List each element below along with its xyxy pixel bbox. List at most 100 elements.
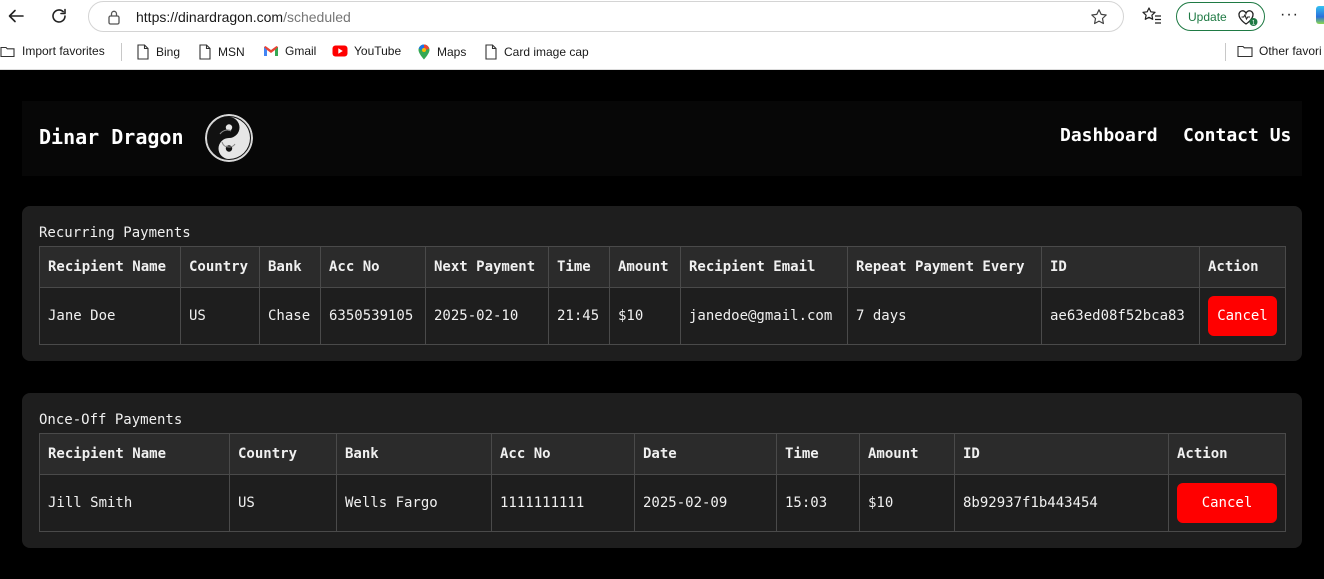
column-header: Bank — [259, 246, 321, 288]
cancel-once-off-button[interactable]: Cancel — [1177, 483, 1277, 523]
recurring-payments-table: Recipient Name Country Bank Acc No Next … — [39, 246, 1286, 345]
bookmark-label: Maps — [437, 45, 467, 59]
back-icon[interactable] — [5, 5, 27, 27]
bookmark-youtube[interactable]: YouTube — [332, 44, 401, 58]
id-cell: 8b92937f1b443454 — [954, 474, 1169, 532]
table-row: Jane Doe US Chase 6350539105 2025-02-10 … — [39, 287, 1286, 345]
column-header: Country — [229, 433, 337, 475]
other-favorites-folder[interactable]: Other favori — [1237, 44, 1322, 58]
bookmark-label: Gmail — [285, 44, 317, 58]
import-favorites-label: Import favorites — [22, 44, 105, 58]
import-icon — [0, 46, 15, 58]
action-cell: Cancel — [1168, 474, 1286, 532]
browser-toolbar: https://dinardragon.com/scheduled Update… — [0, 0, 1324, 34]
bank-cell: Wells Fargo — [336, 474, 492, 532]
column-header: Time — [548, 246, 610, 288]
bookmark-bing[interactable]: Bing — [136, 44, 180, 60]
column-header: Acc No — [320, 246, 426, 288]
column-header: Repeat Payment Every — [847, 246, 1042, 288]
bookmark-card-image-cap[interactable]: Card image cap — [484, 44, 589, 60]
column-header: Action — [1199, 246, 1286, 288]
table-row: Jill Smith US Wells Fargo 1111111111 202… — [39, 474, 1286, 532]
lock-icon[interactable] — [107, 9, 121, 30]
column-header: Bank — [336, 433, 492, 475]
update-label: Update — [1188, 10, 1227, 24]
amount-cell: $10 — [859, 474, 955, 532]
account-number-cell: 6350539105 — [320, 287, 426, 345]
bookmark-label: YouTube — [354, 44, 402, 58]
page-content: Dinar Dragon Dashboard Contact Us Recurr… — [0, 70, 1324, 579]
yin-yang-dragon-logo-icon[interactable] — [205, 114, 253, 162]
date-cell: 2025-02-09 — [634, 474, 777, 532]
bookmark-label: Bing — [156, 45, 181, 59]
country-cell: US — [180, 287, 260, 345]
page-icon — [485, 44, 497, 60]
column-header: Action — [1168, 433, 1286, 475]
site-brand[interactable]: Dinar Dragon — [39, 125, 184, 149]
recipient-name-cell: Jane Doe — [39, 287, 181, 345]
heart-update-icon: 1 — [1237, 8, 1259, 33]
repeat-interval-cell: 7 days — [847, 287, 1042, 345]
once-off-payments-table: Recipient Name Country Bank Acc No Date … — [39, 433, 1286, 532]
folder-icon — [1237, 45, 1253, 58]
time-cell: 15:03 — [776, 474, 860, 532]
other-favorites-label: Other favori — [1259, 44, 1322, 58]
bookmarks-divider — [1225, 43, 1226, 61]
bookmarks-divider — [121, 43, 122, 61]
youtube-icon — [332, 45, 348, 57]
column-header: Acc No — [491, 433, 635, 475]
bookmark-msn[interactable]: MSN — [198, 44, 245, 60]
id-cell: ae63ed08f52bca83 — [1041, 287, 1200, 345]
once-off-payments-title: Once-Off Payments — [39, 412, 183, 428]
recipient-email-cell: janedoe@gmail.com — [680, 287, 848, 345]
url-text[interactable]: https://dinardragon.com/scheduled — [136, 9, 351, 25]
nav-dashboard-link[interactable]: Dashboard — [1060, 125, 1158, 146]
amount-cell: $10 — [609, 287, 681, 345]
cancel-recurring-button[interactable]: Cancel — [1208, 296, 1277, 336]
recurring-payments-title: Recurring Payments — [39, 225, 191, 241]
column-header: Date — [634, 433, 777, 475]
column-header: Time — [776, 433, 860, 475]
edge-copilot-icon[interactable] — [1316, 6, 1324, 24]
once-off-payments-card: Once-Off Payments Recipient Name Country… — [22, 393, 1302, 548]
more-options-icon[interactable]: ··· — [1280, 5, 1299, 25]
refresh-icon[interactable] — [48, 5, 70, 27]
recurring-payments-card: Recurring Payments Recipient Name Countr… — [22, 206, 1302, 361]
bank-cell: Chase — [259, 287, 321, 345]
bookmark-gmail[interactable]: Gmail — [263, 44, 316, 58]
table-header-row: Recipient Name Country Bank Acc No Next … — [39, 246, 1286, 288]
time-cell: 21:45 — [548, 287, 610, 345]
import-favorites-link[interactable]: Import favorites — [0, 44, 105, 58]
favorite-star-icon[interactable] — [1090, 8, 1108, 31]
column-header: Amount — [859, 433, 955, 475]
recipient-name-cell: Jill Smith — [39, 474, 230, 532]
page-icon — [199, 44, 211, 60]
update-button[interactable]: Update 1 — [1176, 2, 1265, 31]
url-host: https://dinardragon.com — [136, 9, 284, 25]
address-bar[interactable]: https://dinardragon.com/scheduled — [88, 1, 1124, 32]
bookmark-maps[interactable]: Maps — [417, 44, 466, 60]
next-payment-cell: 2025-02-10 — [425, 287, 549, 345]
page-icon — [137, 44, 149, 60]
url-path: /scheduled — [283, 9, 351, 25]
site-navbar: Dinar Dragon Dashboard Contact Us — [22, 101, 1302, 176]
bookmark-label: Card image cap — [504, 45, 589, 59]
account-number-cell: 1111111111 — [491, 474, 635, 532]
maps-pin-icon — [418, 44, 430, 60]
column-header: ID — [954, 433, 1169, 475]
column-header: Recipient Name — [39, 246, 181, 288]
country-cell: US — [229, 474, 337, 532]
bookmark-label: MSN — [218, 45, 245, 59]
column-header: Amount — [609, 246, 681, 288]
bookmarks-bar: Import favorites Bing MSN Gmail YouTube … — [0, 34, 1324, 70]
action-cell: Cancel — [1199, 287, 1286, 345]
column-header: Country — [180, 246, 260, 288]
nav-contact-us-link[interactable]: Contact Us — [1183, 125, 1291, 146]
column-header: Next Payment — [425, 246, 549, 288]
column-header: ID — [1041, 246, 1200, 288]
favorites-icon[interactable] — [1141, 5, 1163, 32]
column-header: Recipient Email — [680, 246, 848, 288]
column-header: Recipient Name — [39, 433, 230, 475]
gmail-icon — [264, 46, 278, 56]
table-header-row: Recipient Name Country Bank Acc No Date … — [39, 433, 1286, 475]
